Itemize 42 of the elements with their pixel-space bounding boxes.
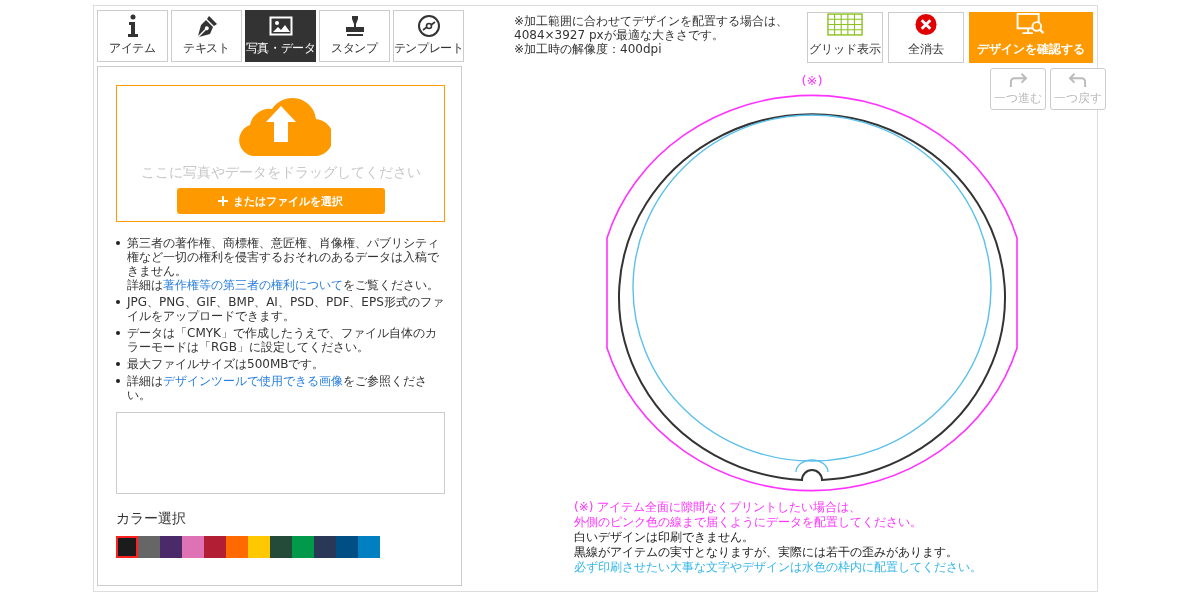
canvas-note: (※) アイテム全面に隙間なくプリントしたい場合は、 <box>574 500 863 515</box>
tab[interactable]: テキスト <box>171 10 242 62</box>
toolbar-button[interactable]: 全消去 <box>888 12 964 63</box>
color-swatch[interactable] <box>292 536 314 558</box>
canvas-note: 外側のピンク色の線まで届くようにデータを配置してください。 <box>574 515 923 530</box>
color-swatch[interactable] <box>314 536 336 558</box>
plus-icon <box>218 196 228 206</box>
link[interactable]: デザインツールで使用できる画像 <box>163 374 343 388</box>
note-text: データは「CMYK」で作成したうえで、ファイル自体のカラーモードは「RGB」に設定してください。 <box>127 326 438 354</box>
color-swatch[interactable] <box>160 536 182 558</box>
undo-icon <box>1067 71 1089 88</box>
redo-icon <box>1007 71 1029 88</box>
color-swatch[interactable] <box>226 536 248 558</box>
link[interactable]: 著作権等の第三者の権利について <box>163 278 343 292</box>
canvas-note: 白いデザインは印刷できません。 <box>574 530 755 545</box>
toolbar-button[interactable]: グリッド表示 <box>807 12 883 63</box>
color-swatch[interactable] <box>138 536 160 558</box>
color-select-title: カラー選択 <box>116 510 186 528</box>
tab[interactable]: テンプレート <box>393 10 464 62</box>
image-icon <box>268 14 293 38</box>
color-swatch[interactable] <box>270 536 292 558</box>
canvas-note: 必ず印刷させたい大事な文字やデザインは水色の枠内に配置してください。 <box>574 560 982 575</box>
note-text: 詳細はデザインツールで使用できる画像をご参照ください。 <box>127 374 428 402</box>
canvas-note: 黒線がアイテムの実寸となりますが、実際には若干の歪みがあります。 <box>574 545 959 560</box>
canvas-mark: (※) <box>801 73 823 88</box>
info-text: ※加工範囲に合わせてデザインを配置する場合は、 <box>514 14 789 28</box>
color-swatch[interactable] <box>248 536 270 558</box>
color-swatch[interactable] <box>182 536 204 558</box>
info-text: 4084×3927 pxが最適な大きさです。 <box>514 28 725 42</box>
color-swatch[interactable] <box>358 536 380 558</box>
note-text: 最大ファイルサイズは500MBです。 <box>127 357 326 371</box>
tab[interactable]: スタンプ <box>319 10 390 62</box>
note-text: 第三者の著作権、商標権、意匠権、肖像権、パブリシティ権など一切の権利を侵害するおそれのあるデータは入稿できません。 詳細は著作権等の第三者の権利についてをご覧ください。 <box>127 236 440 292</box>
color-swatch[interactable] <box>204 536 226 558</box>
disc-icon <box>416 14 441 38</box>
grid-icon <box>827 13 863 36</box>
note-text: JPG、PNG、GIF、BMP、AI、PSD、PDF、EPS形式のファイルをアップロードできます。 <box>127 295 445 323</box>
tab[interactable]: アイテム <box>97 10 168 62</box>
color-swatch[interactable] <box>116 536 138 558</box>
color-swatch[interactable] <box>336 536 358 558</box>
tab[interactable]: 写真・データ <box>245 10 316 62</box>
info-text: ※加工時の解像度：400dpi <box>514 42 663 56</box>
